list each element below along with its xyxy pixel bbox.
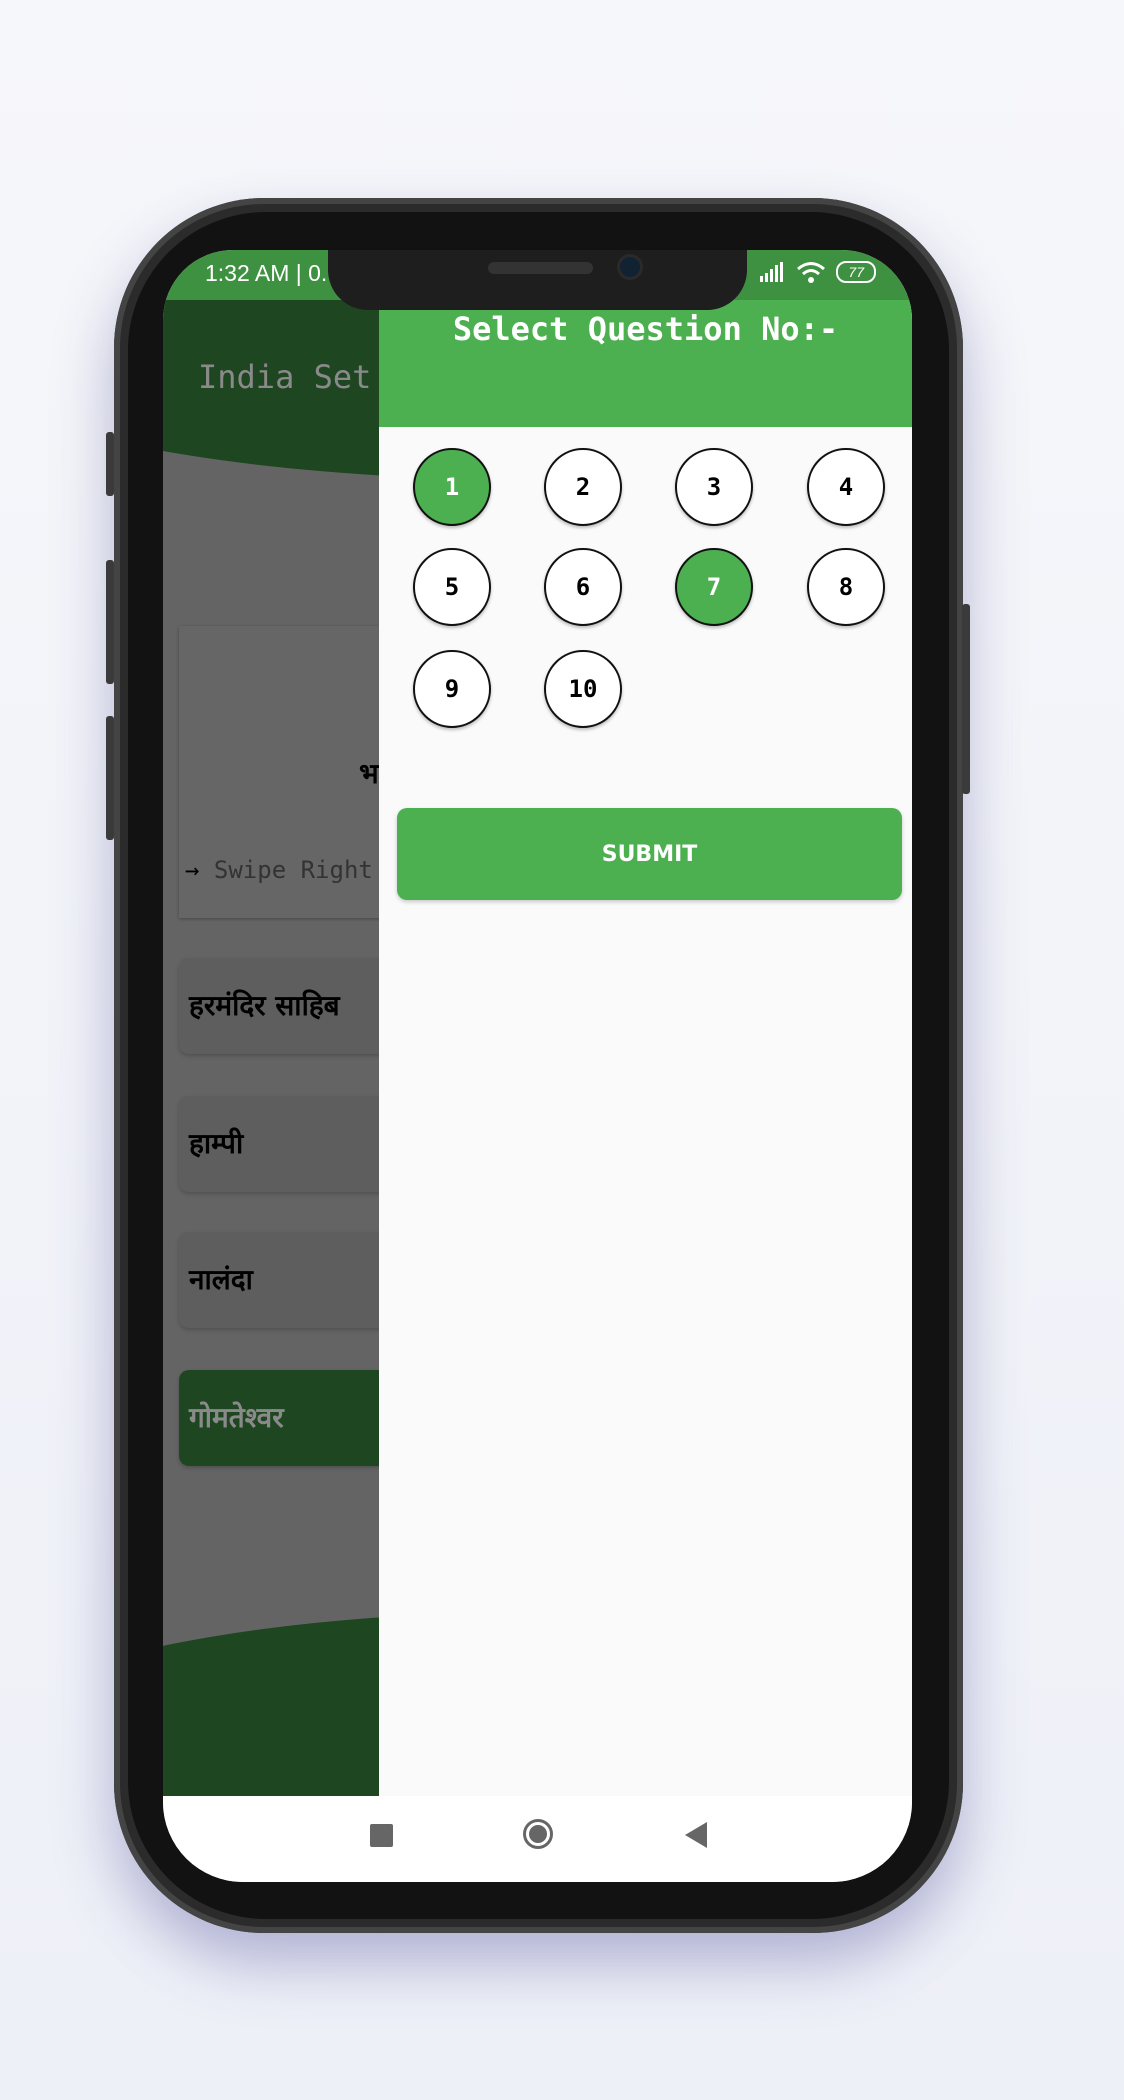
recents-square-icon[interactable] (370, 1824, 393, 1847)
question-number-button[interactable]: 2 (544, 448, 622, 526)
swipe-hint: → Swipe Right (185, 856, 373, 884)
question-number-button[interactable]: 10 (544, 650, 622, 728)
question-number-button[interactable]: 8 (807, 548, 885, 626)
drawer-header: Select Question No:- (379, 300, 912, 427)
battery-indicator: 77 (836, 261, 876, 283)
question-number-button[interactable]: 7 (675, 548, 753, 626)
signal-icon (760, 262, 784, 282)
question-number-button[interactable]: 9 (413, 650, 491, 728)
question-number-button[interactable]: 6 (544, 548, 622, 626)
phone-power-button (962, 604, 970, 794)
question-number-button[interactable]: 4 (807, 448, 885, 526)
question-number-button[interactable]: 5 (413, 548, 491, 626)
phone-side-button (106, 432, 114, 496)
phone-volume-down-button (106, 716, 114, 840)
home-circle-icon[interactable] (523, 1819, 553, 1849)
screen: 1:32 AM | 0. 77 India Set भा → Swipe Rig… (163, 250, 912, 1882)
speaker-grille (488, 262, 593, 274)
wifi-icon (797, 262, 826, 283)
status-time: 1:32 AM | 0. (205, 260, 328, 286)
swipe-hint-label: Swipe Right (213, 856, 373, 884)
arrow-right-icon: → (185, 856, 200, 884)
system-nav-bar (163, 1796, 912, 1882)
drawer-title: Select Question No:- (452, 310, 839, 348)
phone-volume-up-button (106, 560, 114, 684)
front-camera (620, 257, 640, 277)
question-navigation-drawer: Select Question No:- 1 2 3 4 5 6 7 8 9 10 SUBMIT (379, 300, 912, 1796)
camera-notch (328, 250, 747, 310)
question-number-button[interactable]: 1 (413, 448, 491, 526)
back-triangle-icon[interactable] (685, 1822, 707, 1848)
app-title: India Set (198, 358, 372, 396)
submit-button[interactable]: SUBMIT (397, 808, 902, 900)
question-number-button[interactable]: 3 (675, 448, 753, 526)
